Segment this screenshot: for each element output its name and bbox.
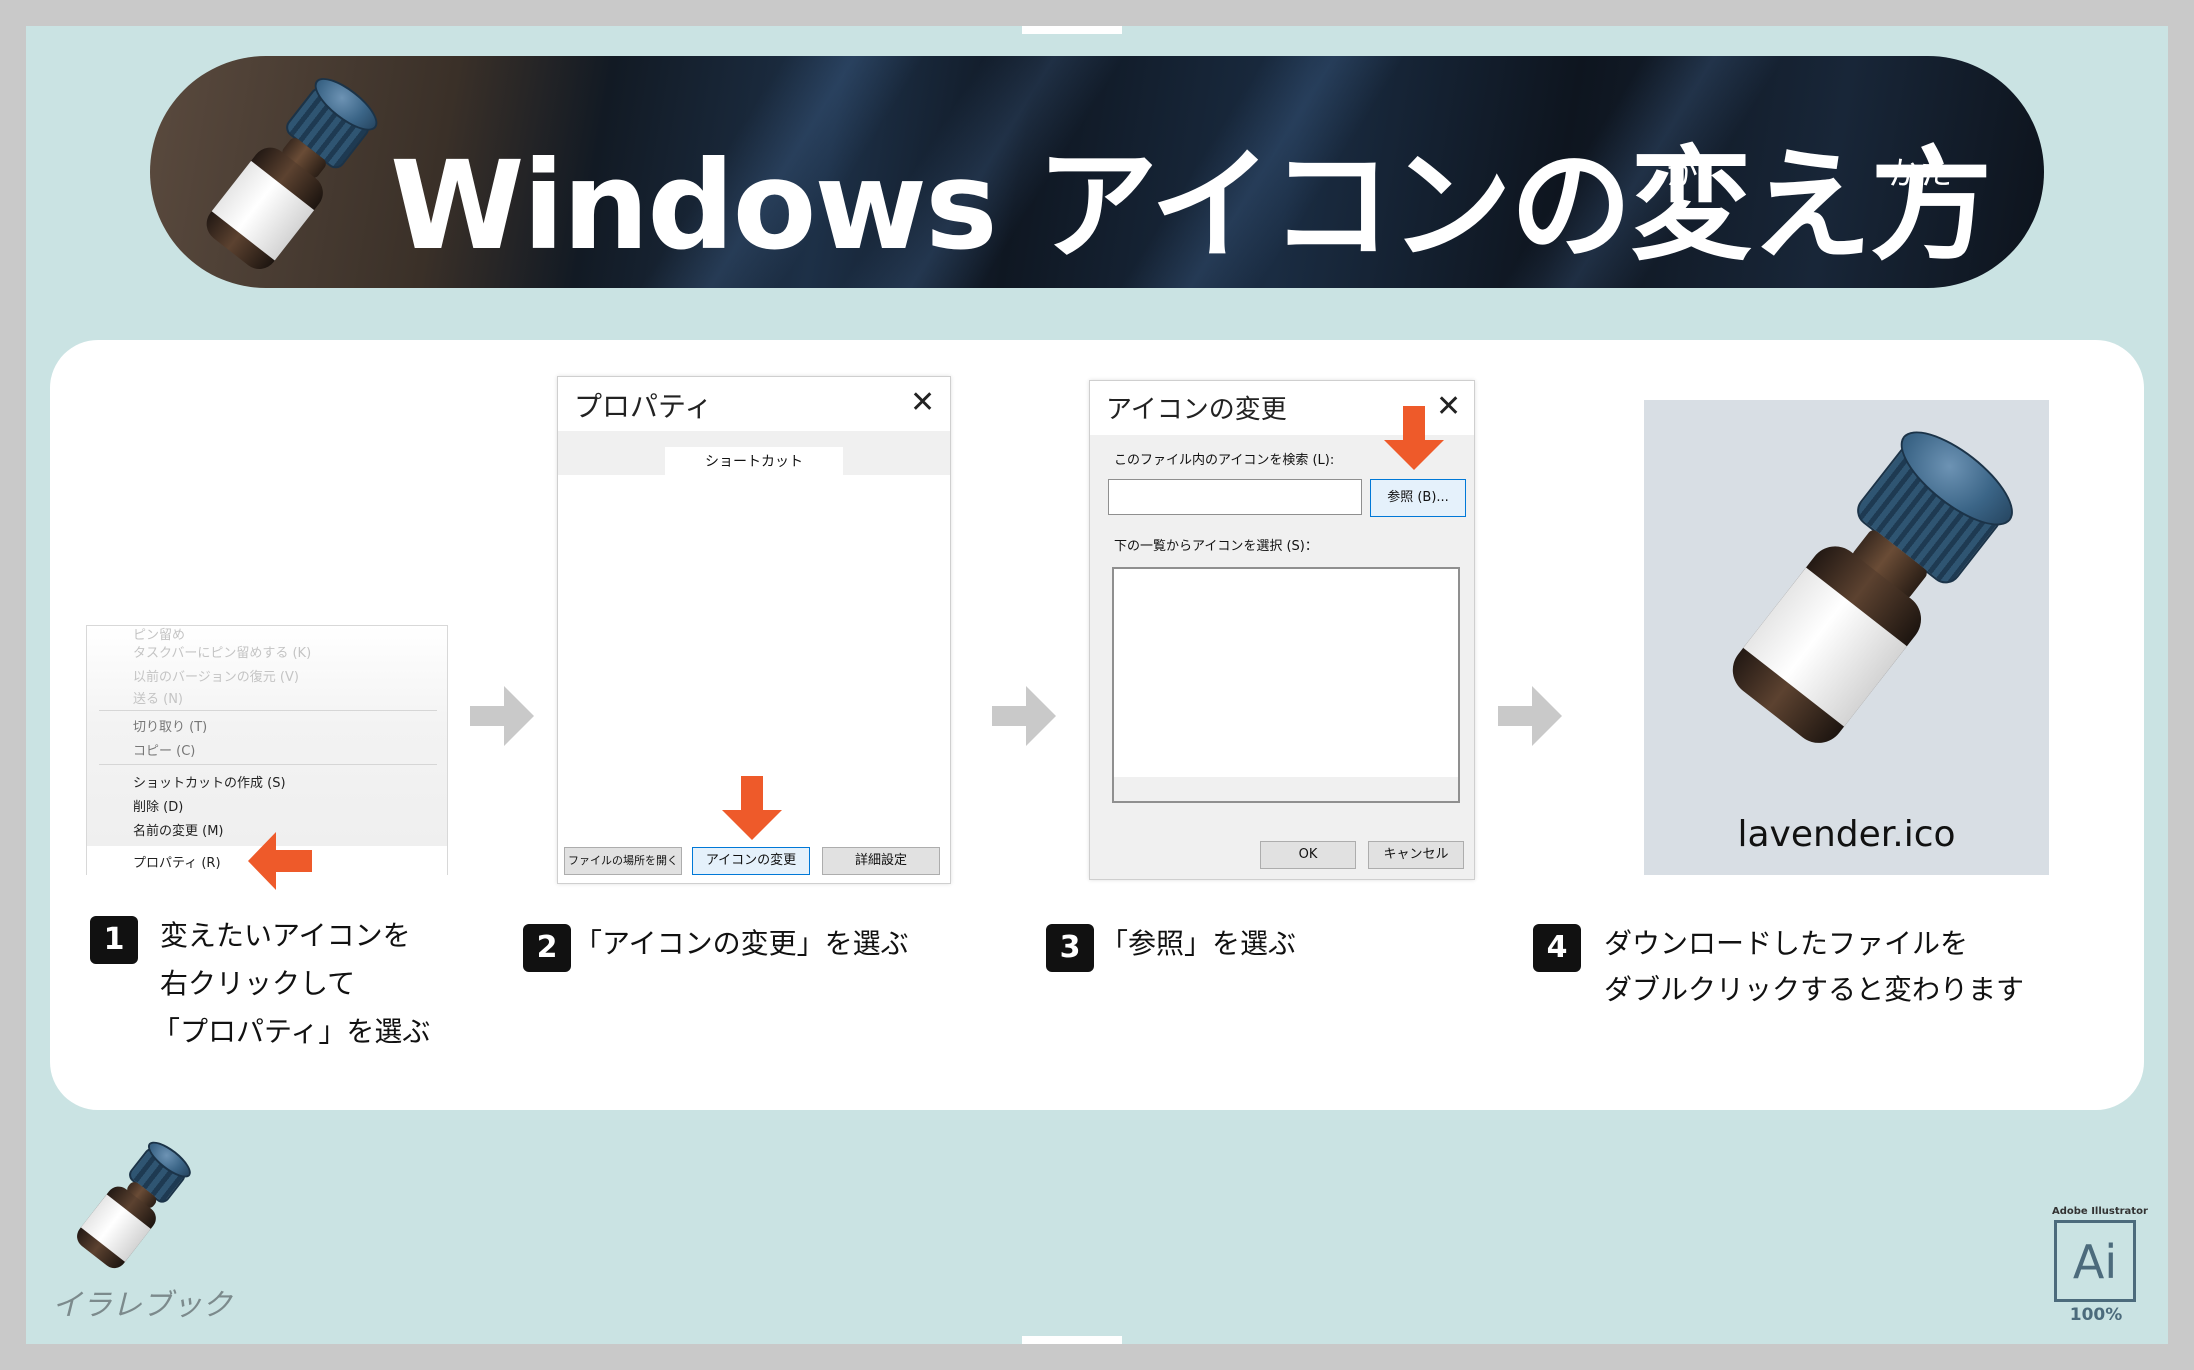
change-icon-button[interactable]: アイコンの変更	[692, 847, 810, 875]
cancel-button[interactable]: キャンセル	[1368, 841, 1464, 869]
dialog-title: プロパティ	[574, 390, 713, 423]
dialog-title: アイコンの変更	[1106, 395, 1287, 425]
ruby-ka: か	[1666, 154, 1699, 192]
file-path-input[interactable]	[1108, 479, 1362, 515]
context-menu-separator	[99, 710, 437, 711]
icon-list-label: 下の一覧からアイコンを選択 (S)：	[1114, 539, 1318, 554]
step-number: 4	[1533, 924, 1581, 972]
step-caption: 右クリックして	[160, 967, 356, 1000]
browse-button[interactable]: 参照 (B)...	[1370, 479, 1466, 517]
context-menu-item[interactable]: 名前の変更 (M)	[133, 820, 224, 839]
icon-list-scrollbar[interactable]	[1114, 777, 1458, 801]
step-caption: ダブルクリックすると変わります	[1604, 973, 2025, 1006]
page-title: Windows アイコンの変え方	[390, 135, 1992, 277]
step-arrow-icon	[470, 686, 534, 746]
context-menu-item[interactable]: 削除 (D)	[133, 796, 183, 815]
lavender-file-preview[interactable]: lavender.ico	[1644, 400, 2049, 875]
advanced-button[interactable]: 詳細設定	[822, 847, 940, 875]
zoom-level: 100%	[2069, 1305, 2123, 1325]
step-caption: ダウンロードしたファイルを	[1604, 927, 1969, 960]
search-label: このファイル内のアイコンを検索 (L):	[1114, 453, 1335, 468]
open-file-location-button[interactable]: ファイルの場所を開く	[564, 847, 682, 875]
context-menu-item[interactable]: ピン留め	[133, 624, 185, 643]
title-banner: Windows アイコンの変え方 か かた	[150, 56, 2044, 288]
lavender-bottle-icon	[1657, 382, 2075, 807]
ai-caption: Adobe Illustrator	[2052, 1206, 2148, 1217]
ok-button[interactable]: OK	[1260, 841, 1356, 869]
orange-arrow-down-icon	[1384, 406, 1444, 470]
step-arrow-icon	[1498, 686, 1562, 746]
illustrator-logo-icon: Ai	[2054, 1220, 2136, 1302]
orange-arrow-left-icon	[248, 832, 312, 890]
icon-list[interactable]	[1112, 567, 1460, 803]
step-number: 2	[523, 924, 571, 972]
ruby-kata: かた	[1888, 154, 1953, 192]
context-menu-item[interactable]: 送る (N)	[133, 688, 183, 707]
step-caption: 「プロパティ」を選ぶ	[152, 1015, 431, 1048]
context-menu-item[interactable]: 切り取り (T)	[133, 716, 207, 735]
step-caption: 「アイコンの変更」を選ぶ	[574, 927, 909, 960]
tab-shortcut[interactable]: ショートカット	[665, 447, 843, 477]
frame-tick-top	[1022, 26, 1122, 34]
context-menu-separator	[99, 764, 437, 765]
orange-arrow-down-icon	[722, 776, 782, 840]
context-menu-item-properties[interactable]: プロパティ (R)	[133, 852, 221, 871]
context-menu-item[interactable]: コピー (C)	[133, 740, 195, 759]
context-menu-item[interactable]: ショットカットの作成 (S)	[133, 772, 286, 791]
step-number: 3	[1046, 924, 1094, 972]
context-menu-item[interactable]: 以前のバージョンの復元 (V)	[133, 666, 299, 685]
context-menu-item[interactable]: タスクバーにピン留めする (K)	[133, 642, 311, 661]
brand-name: イラレブック	[52, 1288, 232, 1323]
lavender-bottle-icon	[158, 56, 423, 288]
close-icon[interactable]: ✕	[910, 385, 935, 420]
step-caption: 「参照」を選ぶ	[1100, 927, 1297, 960]
step-caption: 変えたいアイコンを	[160, 919, 411, 952]
file-name: lavender.ico	[1737, 814, 1956, 855]
step-number: 1	[90, 916, 138, 964]
step-arrow-icon	[992, 686, 1056, 746]
frame-tick-bottom	[1022, 1336, 1122, 1344]
